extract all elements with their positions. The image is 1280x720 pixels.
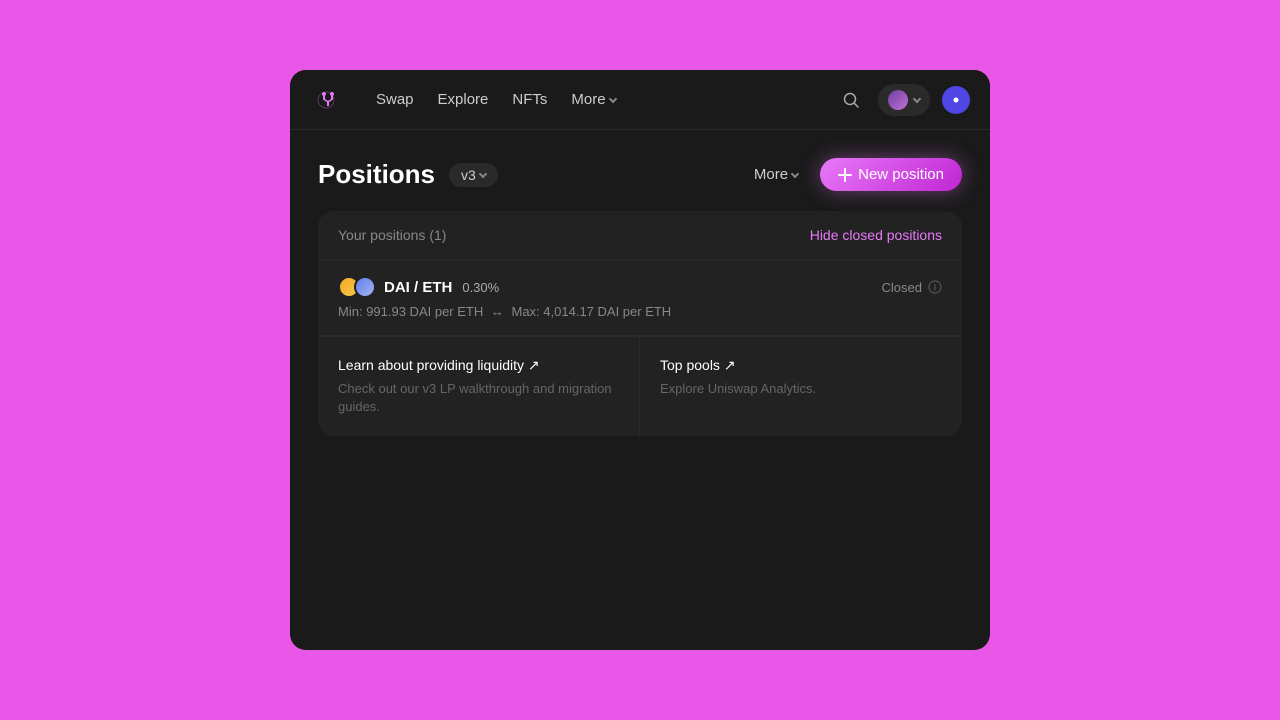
info-title-learn: Learn about providing liquidity ↗ bbox=[338, 357, 619, 374]
info-icon bbox=[928, 280, 942, 294]
chevron-down-icon bbox=[479, 169, 487, 177]
positions-header: Your positions (1) Hide closed positions bbox=[318, 211, 962, 260]
version-selector[interactable]: v3 bbox=[449, 163, 498, 187]
info-section: Learn about providing liquidity ↗ Check … bbox=[318, 336, 962, 436]
positions-count: Your positions (1) bbox=[338, 227, 446, 243]
info-desc-learn: Check out our v3 LP walkthrough and migr… bbox=[338, 380, 619, 416]
page-actions: More New position bbox=[744, 158, 962, 191]
chevron-down-icon bbox=[608, 94, 616, 102]
token-icons bbox=[338, 276, 376, 298]
nav-explore[interactable]: Explore bbox=[428, 85, 499, 114]
chevron-down-icon bbox=[791, 169, 799, 177]
arrow-icon: ↔ bbox=[491, 304, 504, 319]
more-button[interactable]: More bbox=[744, 160, 808, 189]
page-title: Positions bbox=[318, 159, 435, 190]
position-top: DAI / ETH 0.30% Closed bbox=[338, 276, 942, 298]
position-range: Min: 991.93 DAI per ETH ↔ Max: 4,014.17 … bbox=[338, 304, 942, 319]
nav-links: Swap Explore NFTs More bbox=[366, 85, 812, 114]
app-window: Swap Explore NFTs More bbox=[290, 70, 990, 650]
info-block-learn[interactable]: Learn about providing liquidity ↗ Check … bbox=[318, 337, 640, 436]
eth-icon bbox=[354, 276, 376, 298]
main-content: Positions v3 More New position bbox=[290, 130, 990, 650]
network-button[interactable] bbox=[942, 86, 970, 114]
logo[interactable] bbox=[310, 84, 342, 116]
search-button[interactable] bbox=[836, 85, 866, 115]
position-status: Closed bbox=[882, 280, 942, 295]
status-label: Closed bbox=[882, 280, 922, 295]
nav-nfts[interactable]: NFTs bbox=[502, 85, 557, 114]
position-item[interactable]: DAI / ETH 0.30% Closed Min: 991.93 DAI p… bbox=[318, 260, 962, 336]
pair-name: DAI / ETH bbox=[384, 279, 452, 296]
new-position-button[interactable]: New position bbox=[820, 158, 962, 191]
positions-card: Your positions (1) Hide closed positions… bbox=[318, 211, 962, 436]
nav-swap[interactable]: Swap bbox=[366, 85, 424, 114]
account-button[interactable] bbox=[878, 84, 930, 116]
page-header: Positions v3 More New position bbox=[318, 158, 962, 191]
navbar-right bbox=[836, 84, 970, 116]
hide-closed-button[interactable]: Hide closed positions bbox=[810, 227, 942, 243]
nav-more-button[interactable]: More bbox=[561, 85, 625, 114]
chevron-down-icon bbox=[913, 94, 921, 102]
page-title-row: Positions v3 bbox=[318, 159, 498, 190]
info-desc-pools: Explore Uniswap Analytics. bbox=[660, 380, 942, 398]
navbar: Swap Explore NFTs More bbox=[290, 70, 990, 130]
info-block-pools[interactable]: Top pools ↗ Explore Uniswap Analytics. bbox=[640, 337, 962, 436]
position-pair: DAI / ETH 0.30% bbox=[338, 276, 499, 298]
fee-badge: 0.30% bbox=[462, 280, 499, 295]
info-title-pools: Top pools ↗ bbox=[660, 357, 942, 374]
avatar bbox=[888, 90, 908, 110]
